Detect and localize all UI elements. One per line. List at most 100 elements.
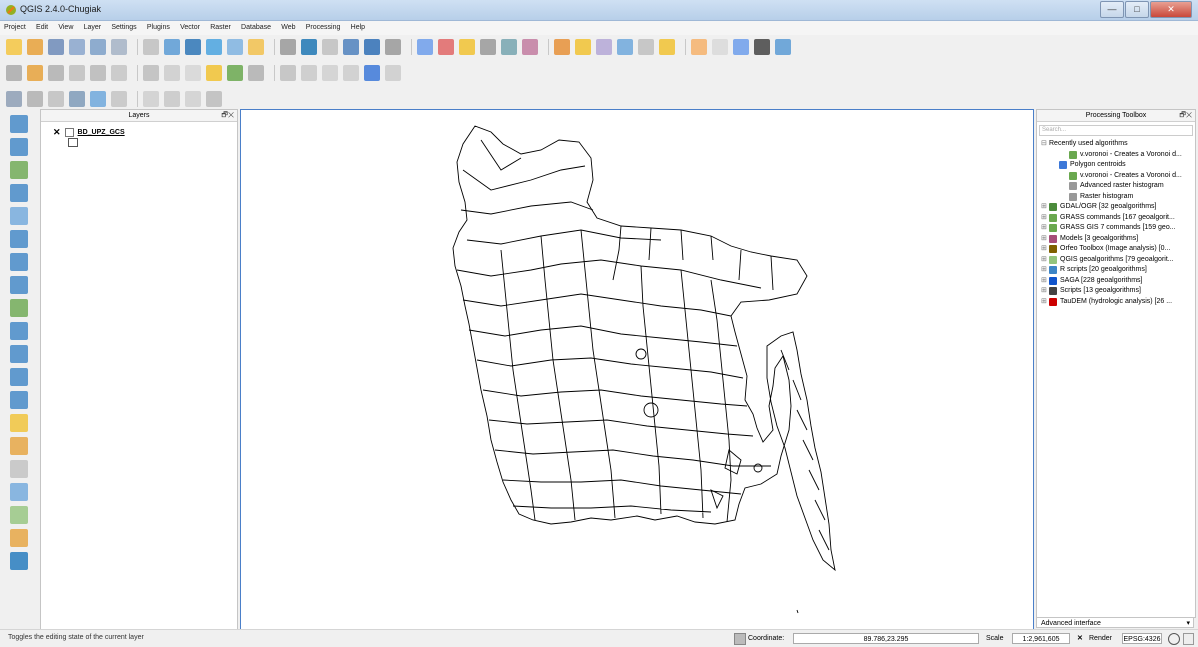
add-layer-tool-icon[interactable] xyxy=(10,184,28,202)
menu-project[interactable]: Project xyxy=(0,21,30,35)
minimize-button[interactable]: — xyxy=(1100,1,1124,18)
main-tool-icon[interactable] xyxy=(90,39,106,55)
advanced-tool-icon[interactable] xyxy=(185,91,201,107)
expand-toggle-icon[interactable]: ⊞ xyxy=(1041,202,1047,213)
main-tool-icon[interactable] xyxy=(712,39,728,55)
algorithm-tree-item[interactable]: Advanced raster histogram xyxy=(1037,181,1195,192)
close-button[interactable]: ✕ xyxy=(1150,1,1192,18)
digitizing-tool-icon[interactable] xyxy=(301,65,317,81)
add-layer-tool-icon[interactable] xyxy=(10,506,28,524)
menu-raster[interactable]: Raster xyxy=(206,21,235,35)
main-tool-icon[interactable] xyxy=(691,39,707,55)
expand-toggle-icon[interactable]: ⊞ xyxy=(1041,244,1047,255)
add-layer-tool-icon[interactable] xyxy=(10,391,28,409)
scale-combobox[interactable]: 1:2,961,605 xyxy=(1012,633,1070,644)
add-layer-tool-icon[interactable] xyxy=(10,161,28,179)
add-layer-tool-icon[interactable] xyxy=(10,552,28,570)
menu-web[interactable]: Web xyxy=(277,21,299,35)
main-tool-icon[interactable] xyxy=(554,39,570,55)
main-tool-icon[interactable] xyxy=(596,39,612,55)
algorithm-tree-item[interactable]: Polygon centroids xyxy=(1037,160,1195,171)
advanced-tool-icon[interactable] xyxy=(206,91,222,107)
algorithm-tree-item[interactable]: v.voronoi - Creates a Voronoi d... xyxy=(1037,171,1195,182)
main-tool-icon[interactable] xyxy=(185,39,201,55)
main-tool-icon[interactable] xyxy=(617,39,633,55)
digitizing-tool-icon[interactable] xyxy=(206,65,222,81)
main-tool-icon[interactable] xyxy=(385,39,401,55)
menu-settings[interactable]: Settings xyxy=(107,21,140,35)
add-layer-tool-icon[interactable] xyxy=(10,299,28,317)
main-tool-icon[interactable] xyxy=(775,39,791,55)
toggle-editing-icon[interactable]: ✕ xyxy=(53,127,61,138)
algorithm-tree-item[interactable]: ⊟ Recently used algorithms xyxy=(1037,139,1195,150)
advanced-tool-icon[interactable] xyxy=(111,91,127,107)
add-layer-tool-icon[interactable] xyxy=(10,529,28,547)
digitizing-tool-icon[interactable] xyxy=(6,65,22,81)
main-tool-icon[interactable] xyxy=(69,39,85,55)
digitizing-tool-icon[interactable] xyxy=(164,65,180,81)
menu-layer[interactable]: Layer xyxy=(80,21,106,35)
expand-toggle-icon[interactable]: ⊞ xyxy=(1041,265,1047,276)
add-layer-tool-icon[interactable] xyxy=(10,483,28,501)
render-checkbox-icon[interactable]: ✕ xyxy=(1077,633,1083,644)
menu-edit[interactable]: Edit xyxy=(32,21,52,35)
main-tool-icon[interactable] xyxy=(280,39,296,55)
digitizing-tool-icon[interactable] xyxy=(280,65,296,81)
main-tool-icon[interactable] xyxy=(143,39,159,55)
expand-toggle-icon[interactable]: ⊞ xyxy=(1041,223,1047,234)
main-tool-icon[interactable] xyxy=(501,39,517,55)
main-tool-icon[interactable] xyxy=(301,39,317,55)
coordinate-field[interactable]: 89.786,23.295 xyxy=(793,633,979,644)
maximize-button[interactable]: □ xyxy=(1125,1,1149,18)
layers-panel-controls[interactable]: 🗗✕ xyxy=(221,110,234,121)
algorithm-tree-item[interactable]: ⊞ R scripts [20 geoalgorithms] xyxy=(1037,265,1195,276)
digitizing-tool-icon[interactable] xyxy=(90,65,106,81)
advanced-tool-icon[interactable] xyxy=(48,91,64,107)
add-layer-tool-icon[interactable] xyxy=(10,253,28,271)
add-layer-tool-icon[interactable] xyxy=(10,115,28,133)
digitizing-tool-icon[interactable] xyxy=(27,65,43,81)
algorithm-tree-item[interactable]: ⊞ QGIS geoalgorithms [79 geoalgorit... xyxy=(1037,255,1195,266)
algorithm-tree-item[interactable]: ⊞ TauDEM (hydrologic analysis) [26 ... xyxy=(1037,297,1195,308)
expand-toggle-icon[interactable]: ⊞ xyxy=(1041,286,1047,297)
add-layer-tool-icon[interactable] xyxy=(10,207,28,225)
expand-toggle-icon[interactable]: ⊞ xyxy=(1041,234,1047,245)
main-tool-icon[interactable] xyxy=(480,39,496,55)
processing-search-input[interactable]: Search... xyxy=(1039,125,1193,136)
main-tool-icon[interactable] xyxy=(733,39,749,55)
main-tool-icon[interactable] xyxy=(459,39,475,55)
main-tool-icon[interactable] xyxy=(111,39,127,55)
add-layer-tool-icon[interactable] xyxy=(10,460,28,478)
advanced-tool-icon[interactable] xyxy=(69,91,85,107)
layer-item[interactable]: ✕ BD_UPZ_GCS xyxy=(53,127,125,138)
algorithm-tree-item[interactable]: ⊞ SAGA [228 geoalgorithms] xyxy=(1037,276,1195,287)
main-tool-icon[interactable] xyxy=(206,39,222,55)
menu-database[interactable]: Database xyxy=(237,21,275,35)
algorithm-tree-item[interactable]: ⊞ Models [3 geoalgorithms] xyxy=(1037,234,1195,245)
algorithm-tree-item[interactable]: ⊞ GRASS commands [167 geoalgorit... xyxy=(1037,213,1195,224)
expand-toggle-icon[interactable]: ⊞ xyxy=(1041,255,1047,266)
algorithm-tree-item[interactable]: ⊞ GDAL/OGR [32 geoalgorithms] xyxy=(1037,202,1195,213)
main-tool-icon[interactable] xyxy=(6,39,22,55)
main-tool-icon[interactable] xyxy=(48,39,64,55)
digitizing-tool-icon[interactable] xyxy=(343,65,359,81)
coordinate-toggle-icon[interactable] xyxy=(734,633,746,645)
algorithm-tree-item[interactable]: v.voronoi - Creates a Voronoi d... xyxy=(1037,150,1195,161)
menu-plugins[interactable]: Plugins xyxy=(143,21,174,35)
algorithm-tree-item[interactable]: ⊞ Scripts [13 geoalgorithms] xyxy=(1037,286,1195,297)
menu-help[interactable]: Help xyxy=(347,21,369,35)
add-layer-tool-icon[interactable] xyxy=(10,230,28,248)
main-tool-icon[interactable] xyxy=(164,39,180,55)
add-layer-tool-icon[interactable] xyxy=(10,322,28,340)
map-canvas[interactable] xyxy=(240,109,1034,630)
advanced-tool-icon[interactable] xyxy=(6,91,22,107)
main-tool-icon[interactable] xyxy=(522,39,538,55)
add-layer-tool-icon[interactable] xyxy=(10,437,28,455)
menu-processing[interactable]: Processing xyxy=(302,21,345,35)
expand-toggle-icon[interactable]: ⊞ xyxy=(1041,213,1047,224)
digitizing-tool-icon[interactable] xyxy=(143,65,159,81)
algorithm-tree-item[interactable]: ⊞ Orfeo Toolbox (Image analysis) [0... xyxy=(1037,244,1195,255)
advanced-tool-icon[interactable] xyxy=(90,91,106,107)
algorithm-tree-item[interactable]: ⊞ GRASS GIS 7 commands [159 geo... xyxy=(1037,223,1195,234)
main-tool-icon[interactable] xyxy=(343,39,359,55)
